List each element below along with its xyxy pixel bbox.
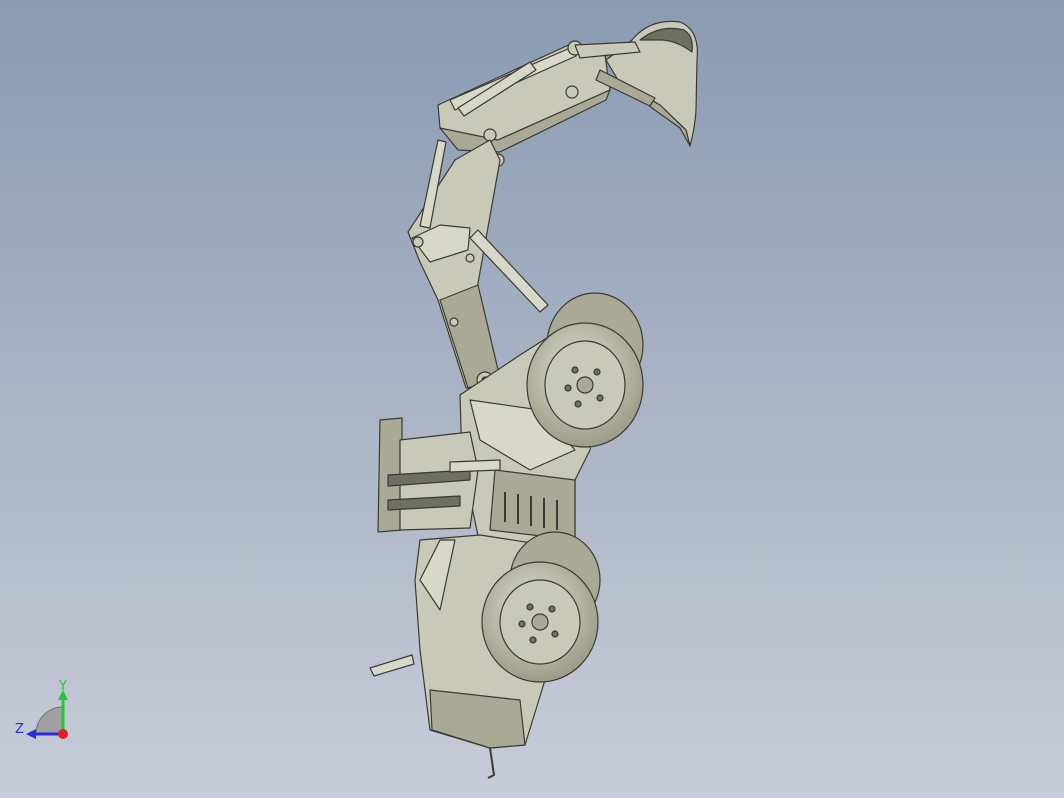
triad-quarter-disc: [35, 706, 64, 735]
3d-viewport[interactable]: Y Z: [0, 0, 1064, 798]
z-axis-label: Z: [15, 722, 24, 737]
axis-triad: Y Z: [10, 676, 80, 746]
model-canvas[interactable]: [0, 0, 1064, 798]
z-axis-arrow: [26, 729, 36, 739]
y-axis-label: Y: [59, 679, 67, 694]
x-axis-dot: [58, 729, 68, 739]
